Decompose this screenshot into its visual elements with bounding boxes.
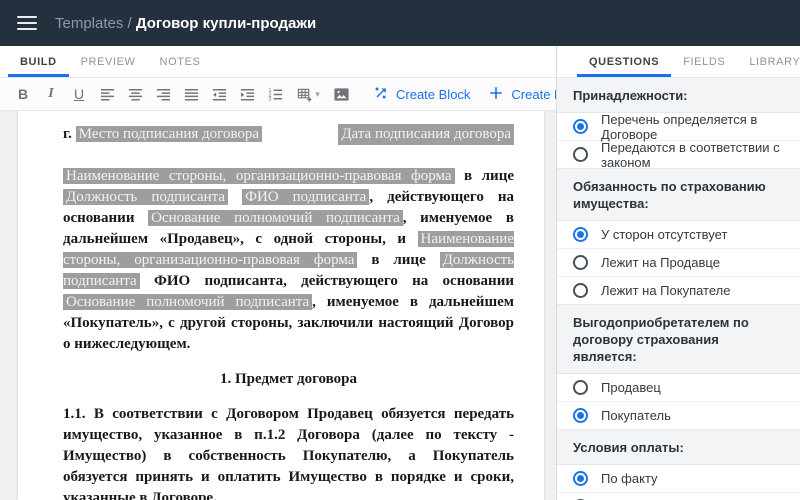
app-bar: Templates / Договор купли-продажи	[0, 0, 800, 46]
question-group-title: Выгодоприобретателем по договору страхов…	[557, 304, 800, 374]
menu-icon[interactable]	[17, 16, 37, 30]
italic-icon[interactable]: I	[37, 81, 65, 107]
page-title: Договор купли-продажи	[136, 15, 316, 32]
question-option[interactable]: По факту	[557, 465, 800, 493]
tab-notes[interactable]: NOTES	[148, 46, 213, 77]
tab-library[interactable]: LIBRARY	[737, 46, 800, 77]
question-option-label: Покупатель	[601, 408, 671, 423]
align-center-icon[interactable]	[121, 81, 149, 107]
question-group-title: Условия оплаты:	[557, 429, 800, 465]
template-field[interactable]: ФИО подписанта	[242, 189, 369, 205]
question-option[interactable]: Лежит на Покупателе	[557, 277, 800, 305]
question-option-label: Лежит на Продавце	[601, 255, 720, 270]
ordered-list-icon[interactable]: 123	[261, 81, 289, 107]
template-field[interactable]: Основание полномочий подписанта	[148, 210, 403, 226]
create-block-label: Create Block	[396, 87, 470, 102]
template-field[interactable]: Основание полномочий подписанта	[63, 294, 312, 310]
question-option[interactable]: Перечень определяется в Договоре	[557, 113, 800, 141]
image-icon[interactable]	[327, 81, 355, 107]
align-right-icon[interactable]	[149, 81, 177, 107]
radio-unselected-icon[interactable]	[573, 255, 588, 270]
section-heading[interactable]: 1. Предмет договора	[63, 369, 514, 390]
breadcrumb-templates-link[interactable]: Templates /	[55, 15, 136, 32]
tab-fields[interactable]: FIELDS	[671, 46, 737, 77]
question-option[interactable]: Покупатель	[557, 402, 800, 430]
justify-icon[interactable]	[177, 81, 205, 107]
tab-questions[interactable]: QUESTIONS	[577, 46, 671, 77]
radio-selected-icon[interactable]	[573, 408, 588, 423]
sidebar-tab-bar: QUESTIONS FIELDS LIBRARY	[557, 46, 800, 78]
document-canvas: г. Место подписания договора Дата подпис…	[0, 111, 556, 500]
clause-1-1[interactable]: 1.1. В соответствии с Договором Продавец…	[63, 404, 514, 500]
outdent-icon[interactable]	[205, 81, 233, 107]
tab-build[interactable]: BUILD	[8, 46, 69, 77]
indent-icon[interactable]	[233, 81, 261, 107]
radio-unselected-icon[interactable]	[573, 147, 588, 162]
question-option[interactable]: Лежит на Продавце	[557, 249, 800, 277]
template-field[interactable]: Должность подписанта	[63, 189, 228, 205]
template-field-place[interactable]: Место подписания договора	[76, 126, 262, 142]
question-option-label: Продавец	[601, 380, 661, 395]
radio-unselected-icon[interactable]	[573, 380, 588, 395]
parties-paragraph[interactable]: Наименование стороны, организационно-пра…	[63, 166, 514, 355]
question-option-label: Лежит на Покупателе	[601, 283, 730, 298]
svg-text:3: 3	[268, 96, 271, 102]
radio-unselected-icon[interactable]	[573, 283, 588, 298]
city-prefix: г.	[63, 126, 72, 142]
question-groups: Принадлежности:Перечень определяется в Д…	[557, 78, 800, 500]
question-option[interactable]: Передаются в соответствии с законом	[557, 141, 800, 169]
question-group-title: Обязанность по страхованию имущества:	[557, 168, 800, 221]
template-field-date[interactable]: Дата подписания договора	[338, 124, 514, 145]
dateline-left: г. Место подписания договора	[63, 124, 262, 145]
radio-selected-icon[interactable]	[573, 471, 588, 486]
breadcrumb: Templates / Договор купли-продажи	[55, 15, 316, 32]
tab-preview[interactable]: PREVIEW	[69, 46, 148, 77]
question-option[interactable]: Предварительная оплата	[557, 493, 800, 500]
align-left-icon[interactable]	[93, 81, 121, 107]
bold-icon[interactable]: B	[9, 81, 37, 107]
radio-selected-icon[interactable]	[573, 227, 588, 242]
create-block-button[interactable]: Create Block	[373, 85, 470, 104]
editor-tab-bar: BUILD PREVIEW NOTES	[0, 46, 556, 78]
question-option[interactable]: Продавец	[557, 374, 800, 402]
question-group-title: Принадлежности:	[557, 78, 800, 113]
questions-sidebar: QUESTIONS FIELDS LIBRARY Принадлежности:…	[556, 46, 800, 500]
underline-icon[interactable]: U	[65, 81, 93, 107]
plus-icon	[488, 85, 504, 104]
question-option-label: У сторон отсутствует	[601, 227, 727, 242]
question-option-label: Передаются в соответствии с законом	[601, 140, 784, 170]
radio-selected-icon[interactable]	[573, 119, 588, 134]
template-field[interactable]: Наименование стороны, организационно-пра…	[63, 168, 455, 184]
editor-pane: BUILD PREVIEW NOTES B I U	[0, 46, 556, 500]
chevron-down-icon: ▾	[315, 89, 320, 100]
question-option[interactable]: У сторон отсутствует	[557, 221, 800, 249]
document-page[interactable]: г. Место подписания договора Дата подпис…	[18, 111, 544, 500]
document-dateline: г. Место подписания договора Дата подпис…	[63, 124, 514, 145]
create-block-icon	[373, 85, 389, 104]
formatting-toolbar: B I U 123	[0, 78, 556, 111]
question-option-label: По факту	[601, 471, 658, 486]
question-option-label: Перечень определяется в Договоре	[601, 112, 784, 142]
insert-table-icon[interactable]: ▾	[289, 81, 327, 107]
